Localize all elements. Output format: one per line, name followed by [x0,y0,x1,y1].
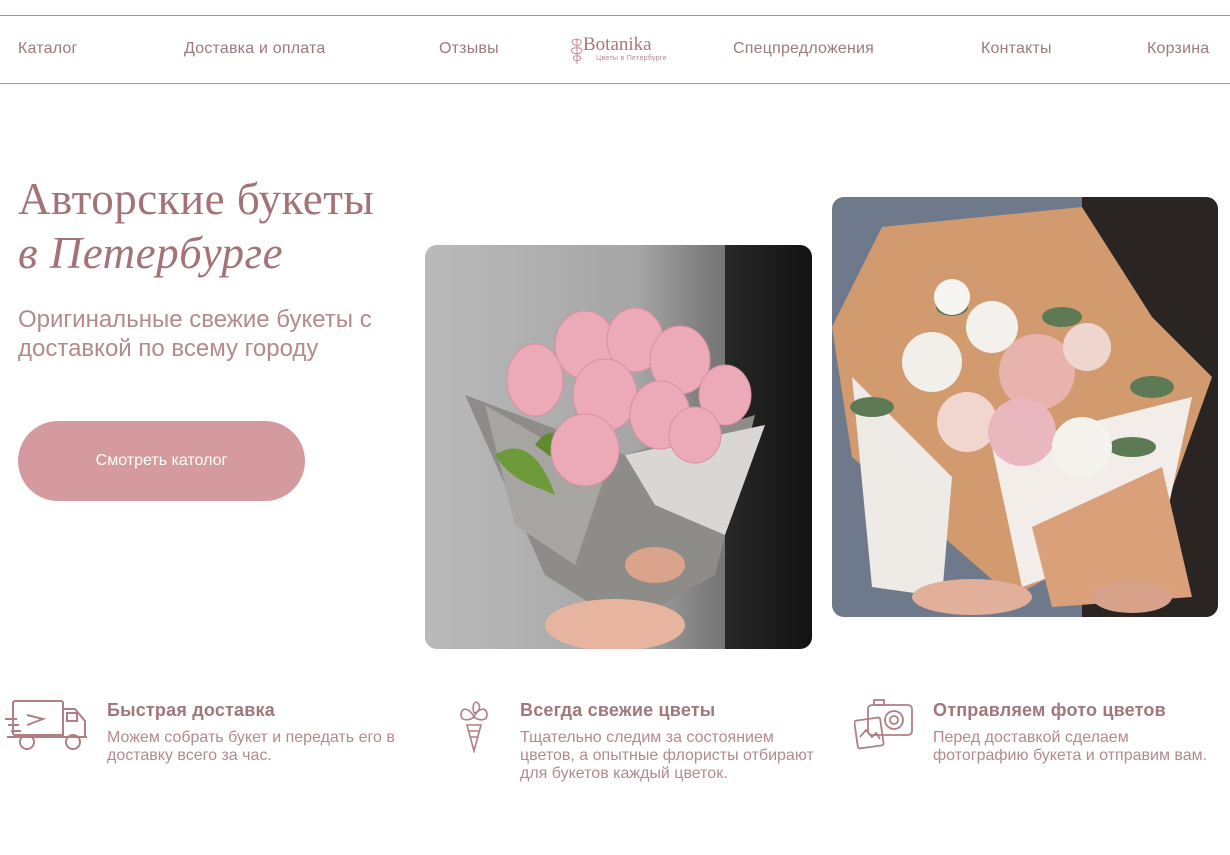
view-catalog-button[interactable]: Смотреть католог [18,421,305,501]
feature-text-photo: Перед доставкой сделаем фотографию букет… [933,729,1208,764]
feature-text-fresh: Тщательно следим за состоянием цветов, а… [520,729,814,782]
bouquet-icon [460,701,488,753]
feature-title-fresh: Всегда свежие цветы [520,700,716,720]
rose-bouquet-photo [832,197,1218,617]
nav-contacts-link[interactable]: Контакты [981,40,1052,58]
feature-title-delivery: Быстрая доставка [107,700,275,720]
logo-name: Botanika [583,34,652,55]
logo[interactable]: Botanika Цветы в Петербурге [567,30,677,70]
site-header: Каталог Доставка и оплата Отзывы Botanik… [0,15,1230,84]
nav-reviews-link[interactable]: Отзывы [439,40,499,58]
hero-title-line1: Авторские букеты [18,174,375,224]
nav-offers-link[interactable]: Спецпредложения [733,40,874,58]
hero-subtitle: Оригинальные свежие букеты с доставкой п… [18,306,372,362]
tulip-bouquet-photo [425,245,812,649]
logo-subtitle: Цветы в Петербурге [596,55,667,62]
camera-photo-icon [854,699,913,750]
delivery-truck-icon [5,700,87,750]
nav-catalog-link[interactable]: Каталог [18,40,78,58]
feature-title-photo: Отправляем фото цветов [933,700,1166,720]
nav-cart-link[interactable]: Корзина [1147,40,1209,58]
nav-delivery-link[interactable]: Доставка и оплата [184,40,325,58]
hero-title-line2: в Петербурге [18,228,284,278]
feature-text-delivery: Можем собрать букет и передать его в дос… [107,729,395,764]
